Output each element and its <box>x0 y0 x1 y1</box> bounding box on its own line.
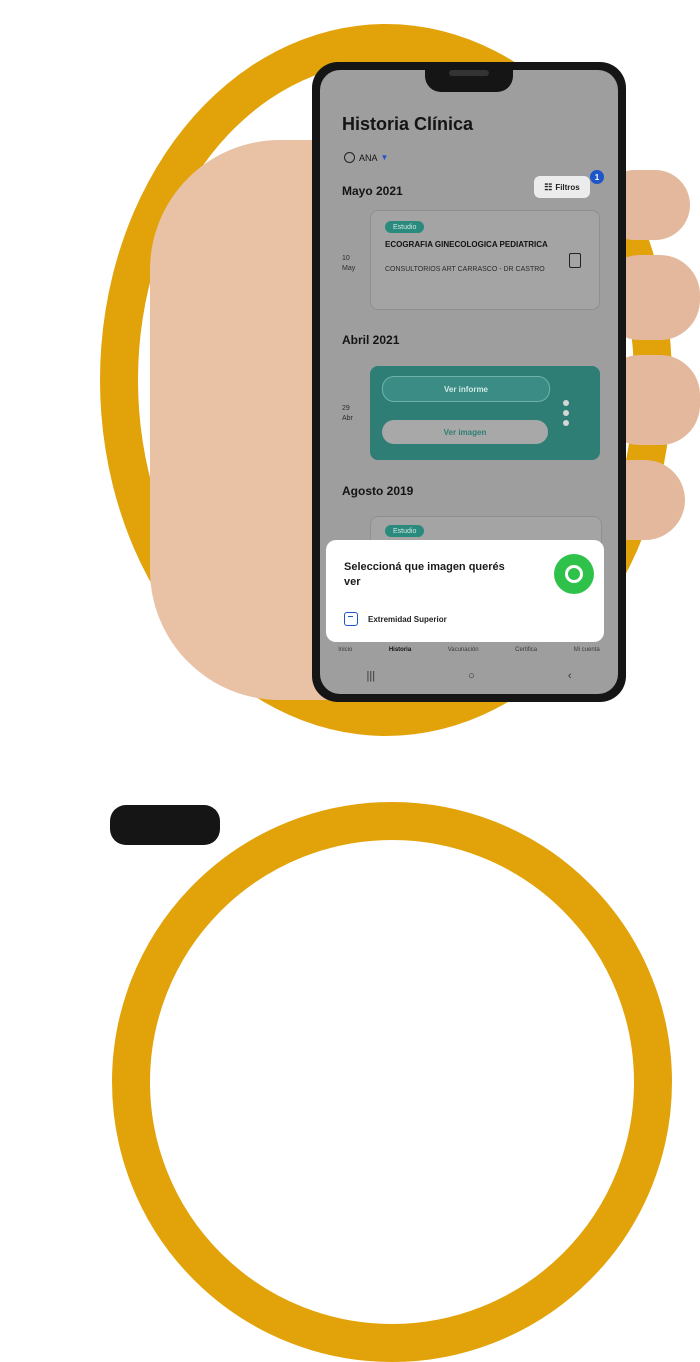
user-name: ANA <box>359 152 378 163</box>
document-icon[interactable] <box>569 253 581 268</box>
caret-down-icon: ▼ <box>380 153 389 162</box>
nav-item-inicio[interactable]: Inicio <box>338 647 352 653</box>
nav-item-vacunacion[interactable]: Vacunación <box>448 647 479 653</box>
image-option-label: Extremidad Superior <box>368 614 447 624</box>
month-heading: Abril 2021 <box>342 333 400 347</box>
phone-notch-bottom <box>110 805 220 845</box>
study-location: CONSULTORIOS ART CARRASCO - DR CASTRO <box>385 266 545 273</box>
nav-item-mi-cuenta[interactable]: Mi cuenta <box>574 647 600 653</box>
study-chip: Estudio <box>385 525 425 537</box>
page-title: Historia Clínica <box>342 114 474 134</box>
phone-notch <box>425 62 513 92</box>
back-icon[interactable]: ‹ <box>568 670 572 682</box>
bottom-nav: Inicio Historia Vacunación Certifica Mi … <box>320 642 618 658</box>
filter-icon: ☷ <box>544 181 553 192</box>
entry-month: May <box>342 265 356 272</box>
filter-label: Filtros <box>555 182 580 192</box>
decorative-ring-bottom <box>112 802 672 1362</box>
image-picker-sheet: Seleccioná que imagen querés ver Extremi… <box>326 540 604 642</box>
month-heading: Mayo 2021 <box>342 184 403 198</box>
system-nav: ||| ○ ‹ <box>320 664 618 688</box>
entry-date: 29 Abr <box>342 404 353 424</box>
study-chip: Estudio <box>385 221 425 233</box>
study-card[interactable]: Estudio ECOGRAFIA GINECOLOGICA PEDIATRIC… <box>370 210 600 310</box>
user-selector[interactable]: ANA ▼ <box>344 152 388 163</box>
more-options-icon[interactable] <box>563 400 571 430</box>
entry-date: 10 May <box>342 254 355 274</box>
image-option-icon <box>344 612 358 626</box>
study-title: ECOGRAFIA GINECOLOGICA PEDIATRICA <box>385 240 548 249</box>
entry-month: Abr <box>342 415 353 422</box>
selected-study-card: Ver informe Ver imagen <box>370 366 600 460</box>
nav-item-historia[interactable]: Historia <box>389 647 411 653</box>
filter-count-badge: 1 <box>590 170 604 184</box>
view-image-button[interactable]: Ver imagen <box>382 420 548 444</box>
nav-item-certifica[interactable]: Certifica <box>515 647 537 653</box>
user-icon <box>344 152 355 163</box>
entry-day: 10 <box>342 255 350 262</box>
month-heading: Agosto 2019 <box>342 484 414 498</box>
filter-button[interactable]: ☷ Filtros <box>534 176 590 198</box>
recents-icon[interactable]: ||| <box>367 670 376 682</box>
entry-day: 29 <box>342 405 350 412</box>
sheet-title: Seleccioná que imagen querés ver <box>344 561 505 588</box>
view-report-button[interactable]: Ver informe <box>382 376 550 402</box>
image-option[interactable]: Extremidad Superior <box>344 612 447 626</box>
whatsapp-icon[interactable] <box>554 554 594 594</box>
home-icon[interactable]: ○ <box>468 670 475 682</box>
